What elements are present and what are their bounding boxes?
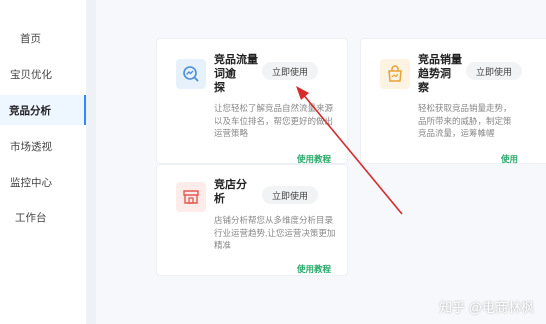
sidebar-item-home[interactable]: 首页 [0, 23, 86, 53]
store-icon [176, 182, 206, 212]
card-store-analysis: 竞店分 析 立即使用 店铺分析帮您从多维度分析目录 行业运营趋势,让您运营决策更… [156, 164, 348, 276]
sidebar-item-product-optimize[interactable]: 宝贝优化 [0, 59, 86, 89]
sales-bag-icon [380, 59, 410, 89]
card-description: 店铺分析帮您从多维度分析目录 行业运营趋势,让您运营决策更加 精准 [214, 215, 336, 250]
use-now-button[interactable]: 立即使用 [262, 186, 319, 204]
sidebar-divider [86, 0, 96, 324]
sidebar-item-monitor-center[interactable]: 监控中心 [0, 167, 86, 197]
use-now-button[interactable]: 立即使用 [262, 62, 319, 80]
tutorial-link[interactable]: 使用教程 [297, 263, 331, 275]
main-content: 竞品流量 词逾 探 立即使用 让您轻松了解竞品自然流量来源 以及车位排名，帮您更… [96, 0, 546, 324]
tutorial-link[interactable]: 使用 [501, 153, 518, 165]
sidebar-item-workbench[interactable]: 工作台 [0, 202, 86, 232]
sidebar-item-competitor-analysis[interactable]: 竞品分析 [0, 95, 86, 125]
watermark-text: 知乎 @电商林枫 [439, 300, 534, 315]
card-traffic-keywords: 竞品流量 词逾 探 立即使用 让您轻松了解竞品自然流量来源 以及车位排名，帮您更… [156, 38, 348, 164]
card-description: 让您轻松了解竞品自然流量来源 以及车位排名，帮您更好的做出 运营策略 [214, 103, 334, 138]
card-title: 竞品销量 趋势洞 察 [418, 54, 462, 94]
sidebar-nav: 首页 宝贝优化 竞品分析 市场透视 监控中心 工作台 [0, 0, 86, 324]
card-description: 轻松获取竞品销量走势， 品所带来的威胁，制定策 竞品流量，运筹帷幄 [418, 103, 512, 138]
card-title: 竞品流量 词逾 探 [214, 54, 258, 94]
card-title: 竞店分 析 [214, 179, 247, 205]
sidebar-item-market-insight[interactable]: 市场透视 [0, 131, 86, 161]
traffic-search-icon [176, 59, 206, 89]
card-sales-trend: 竞品销量 趋势洞 察 立即使用 轻松获取竞品销量走势， 品所带来的威胁，制定策 … [360, 38, 546, 164]
use-now-button[interactable]: 立即使用 [466, 62, 523, 80]
